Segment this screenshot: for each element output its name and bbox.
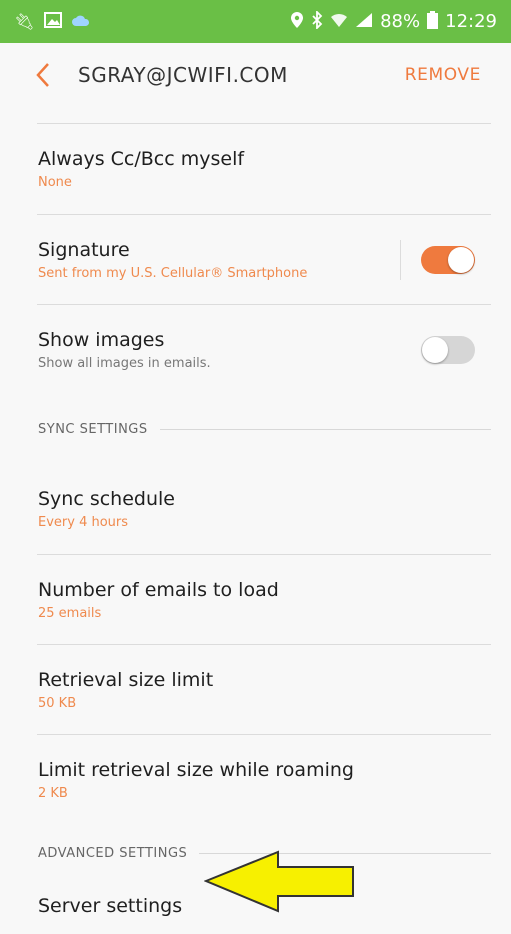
pointer-arrow-icon xyxy=(204,850,354,913)
app-bar: SGRAY@JCWIFI.COM REMOVE xyxy=(0,43,511,107)
battery-percent: 88% xyxy=(380,11,421,32)
sync-schedule-title: Sync schedule xyxy=(38,488,175,510)
sync-schedule-row[interactable]: Sync schedule Every 4 hours xyxy=(0,464,511,554)
toggle-knob xyxy=(448,246,474,273)
show-images-row[interactable]: Show images Show all images in emails. xyxy=(0,305,511,394)
retrieval-limit-row[interactable]: Retrieval size limit 50 KB xyxy=(0,645,511,734)
sync-settings-header: SYNC SETTINGS xyxy=(0,394,511,464)
sync-schedule-value: Every 4 hours xyxy=(38,515,129,530)
show-images-toggle[interactable] xyxy=(421,335,475,364)
chevron-left-icon xyxy=(36,63,49,87)
sync-settings-heading: SYNC SETTINGS xyxy=(38,421,148,437)
status-right-icons: 88% 12:29 xyxy=(290,9,497,33)
bluetooth-icon xyxy=(311,9,323,33)
cc-bcc-title: Always Cc/Bcc myself xyxy=(38,148,245,170)
location-icon xyxy=(290,11,304,33)
retrieval-limit-value: 50 KB xyxy=(38,695,77,711)
signature-toggle[interactable] xyxy=(421,245,475,274)
roaming-limit-title: Limit retrieval size while roaming xyxy=(38,758,354,781)
signature-row[interactable]: Signature Sent from my U.S. Cellular® Sm… xyxy=(0,215,511,304)
retrieval-limit-title: Retrieval size limit xyxy=(38,668,214,691)
back-button[interactable] xyxy=(0,43,86,107)
signature-value: Sent from my U.S. Cellular® Smartphone xyxy=(38,265,308,281)
emails-to-load-row[interactable]: Number of emails to load 25 emails xyxy=(0,555,511,644)
settings-list: Always Cc/Bcc myself None Signature Sent… xyxy=(0,107,511,934)
image-icon xyxy=(44,12,63,31)
separator xyxy=(400,239,401,280)
cc-bcc-row[interactable]: Always Cc/Bcc myself None xyxy=(0,124,511,214)
section-line xyxy=(159,428,491,430)
remove-button[interactable]: REMOVE xyxy=(405,65,481,85)
cc-bcc-value: None xyxy=(38,175,72,190)
clock: 12:29 xyxy=(445,11,497,32)
signature-title: Signature xyxy=(38,238,130,261)
cloud-icon xyxy=(72,14,90,30)
status-bar: 🔌︎ 88% 12:29 xyxy=(0,0,511,43)
roaming-limit-row[interactable]: Limit retrieval size while roaming 2 KB xyxy=(0,735,511,824)
battery-icon xyxy=(427,10,439,33)
status-left-icons: 🔌︎ xyxy=(14,12,90,31)
emails-to-load-value: 25 emails xyxy=(38,605,102,621)
advanced-settings-heading: ADVANCED SETTINGS xyxy=(38,845,188,861)
usb-icon: 🔌︎ xyxy=(14,11,35,31)
show-images-value: Show all images in emails. xyxy=(38,355,211,371)
show-images-title: Show images xyxy=(38,328,165,351)
signal-icon xyxy=(355,12,373,32)
toggle-knob xyxy=(422,336,448,363)
roaming-limit-value: 2 KB xyxy=(38,785,68,801)
wifi-icon xyxy=(330,12,348,32)
account-title: SGRAY@JCWIFI.COM xyxy=(78,63,288,87)
emails-to-load-title: Number of emails to load xyxy=(38,578,279,601)
